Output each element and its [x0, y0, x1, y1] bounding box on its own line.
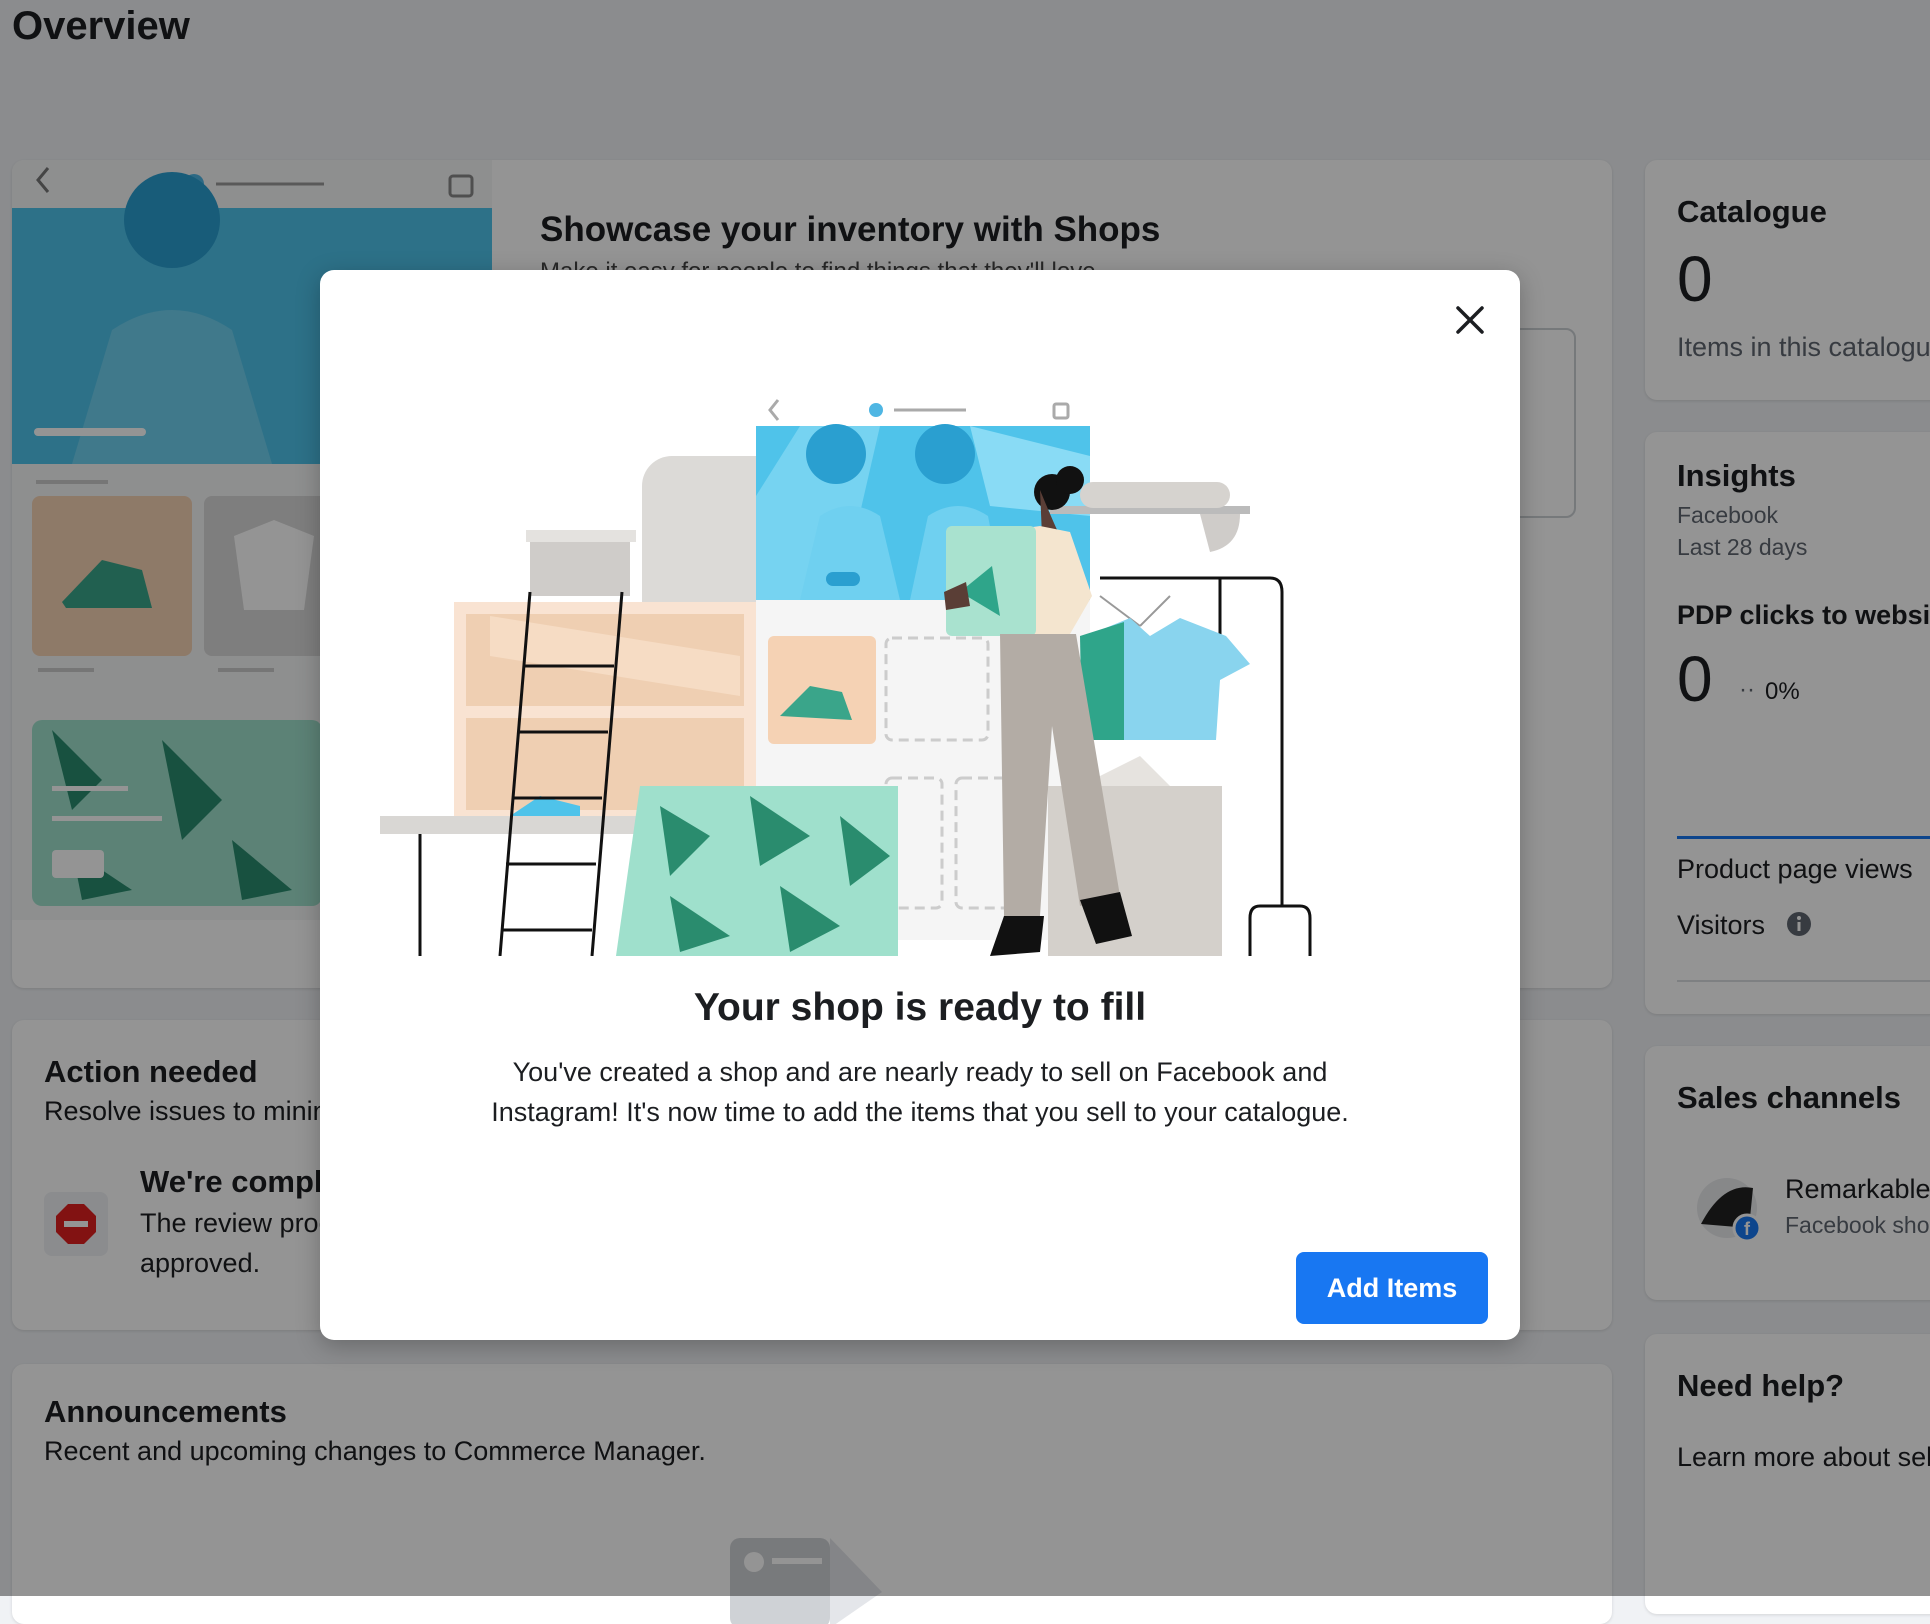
modal-body-text: You've created a shop and are nearly rea… [491, 1057, 1349, 1127]
shopping-bag-icon [1052, 402, 1070, 420]
shop-illustration [380, 399, 1312, 956]
shop-ready-dialog: Your shop is ready to fill You've create… [320, 270, 1520, 1340]
back-chevron-icon [768, 399, 780, 421]
modal-title: Your shop is ready to fill [693, 986, 1147, 1029]
close-button[interactable] [1444, 294, 1496, 346]
add-items-button[interactable]: Add Items [1296, 1252, 1488, 1324]
close-icon [1456, 306, 1484, 334]
